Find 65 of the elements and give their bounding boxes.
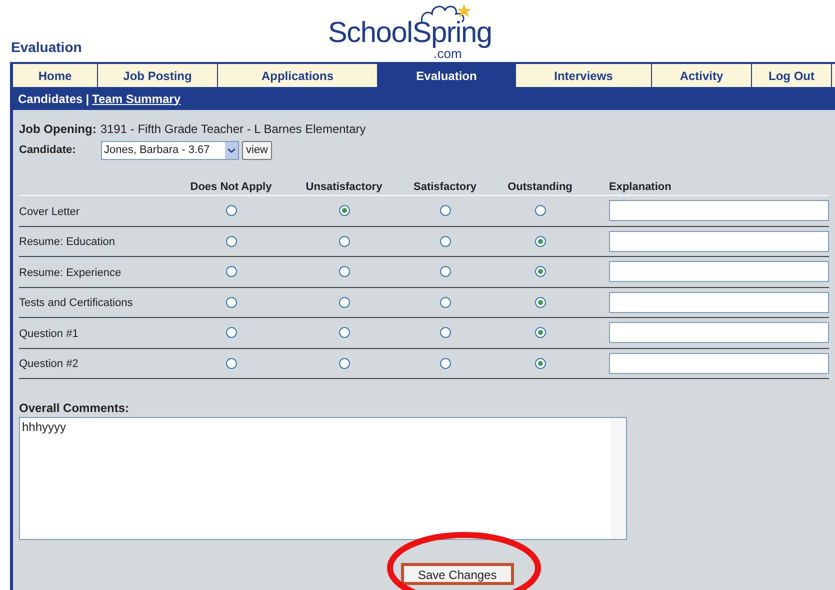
- criterion-label: Question #2: [19, 358, 78, 370]
- nav-tab[interactable]: Job Posting: [98, 64, 218, 87]
- criterion-label: Resume: Experience: [19, 266, 122, 278]
- explanation-field[interactable]: [609, 352, 829, 374]
- radio-button[interactable]: [534, 266, 546, 278]
- radio-button[interactable]: [534, 327, 546, 338]
- nav-tab[interactable]: Home: [13, 64, 98, 87]
- radio-button[interactable]: [440, 296, 450, 308]
- radio-button[interactable]: [338, 266, 350, 278]
- comments-value: hhhyyyy: [21, 419, 68, 436]
- explanation-field[interactable]: [609, 322, 829, 344]
- column-header: Unsatisfactory: [306, 180, 382, 194]
- column-header: Explanation: [609, 180, 672, 194]
- candidate-value: Jones, Barbara - 3.67: [103, 143, 211, 158]
- sub-nav-current: Candidates: [18, 90, 83, 108]
- radio-button[interactable]: [534, 236, 546, 247]
- radio-button[interactable]: [534, 205, 546, 216]
- team-summary-link[interactable]: Team Summary: [92, 90, 181, 108]
- page-title: Evaluation: [11, 38, 82, 57]
- radio-button[interactable]: [338, 358, 350, 369]
- nav-tab[interactable]: Applications: [218, 64, 378, 87]
- nav-tab[interactable]: Interviews: [516, 64, 652, 87]
- radio-button[interactable]: [440, 266, 450, 278]
- column-header: Outstanding: [508, 180, 572, 194]
- nav-tab[interactable]: Activity: [652, 64, 752, 87]
- criterion-label: Resume: Education: [19, 236, 115, 248]
- save-changes-button[interactable]: Save Changes: [401, 563, 514, 585]
- sub-nav-separator: |: [86, 90, 90, 108]
- explanation-field[interactable]: [609, 292, 829, 313]
- view-button[interactable]: view: [242, 141, 272, 160]
- column-header: Satisfactory: [414, 180, 476, 194]
- radio-button[interactable]: [338, 327, 350, 338]
- radio-button[interactable]: [440, 358, 450, 369]
- candidate-dropdown[interactable]: Jones, Barbara - 3.67: [101, 141, 239, 160]
- column-header: Does Not Apply: [190, 180, 272, 194]
- comments-field[interactable]: hhhyyyy: [19, 417, 627, 540]
- comments-label: Overall Comments:: [19, 401, 130, 415]
- logo-text: SchoolSpring: [328, 18, 492, 48]
- scrollbar[interactable]: [611, 418, 626, 539]
- explanation-field[interactable]: [609, 230, 829, 252]
- radio-button[interactable]: [226, 296, 236, 308]
- radio-button[interactable]: [440, 236, 450, 247]
- radio-button[interactable]: [226, 205, 236, 216]
- job-opening-value: 3191 - Fifth Grade Teacher - L Barnes Elementary: [100, 121, 366, 138]
- radio-button[interactable]: [338, 236, 350, 247]
- radio-button[interactable]: [440, 205, 450, 216]
- logo-suffix: .com: [434, 48, 462, 60]
- criterion-label: Tests and Certifications: [19, 297, 133, 309]
- explanation-field[interactable]: [609, 261, 829, 282]
- radio-button[interactable]: [226, 266, 236, 278]
- radio-button[interactable]: [226, 327, 236, 338]
- caret-icon: [225, 142, 238, 159]
- nav-tab[interactable]: Log Out: [752, 64, 832, 87]
- radio-button[interactable]: [534, 296, 546, 308]
- criterion-label: Question #1: [19, 328, 78, 340]
- radio-button[interactable]: [338, 205, 350, 216]
- job-opening-label: Job Opening:: [19, 121, 96, 138]
- explanation-field[interactable]: [609, 200, 829, 222]
- candidate-label: Candidate:: [19, 143, 77, 158]
- radio-button[interactable]: [440, 327, 450, 338]
- radio-button[interactable]: [338, 296, 350, 308]
- radio-button[interactable]: [226, 358, 236, 369]
- radio-button[interactable]: [226, 236, 236, 247]
- radio-button[interactable]: [534, 358, 546, 369]
- criterion-label: Cover Letter: [19, 206, 80, 218]
